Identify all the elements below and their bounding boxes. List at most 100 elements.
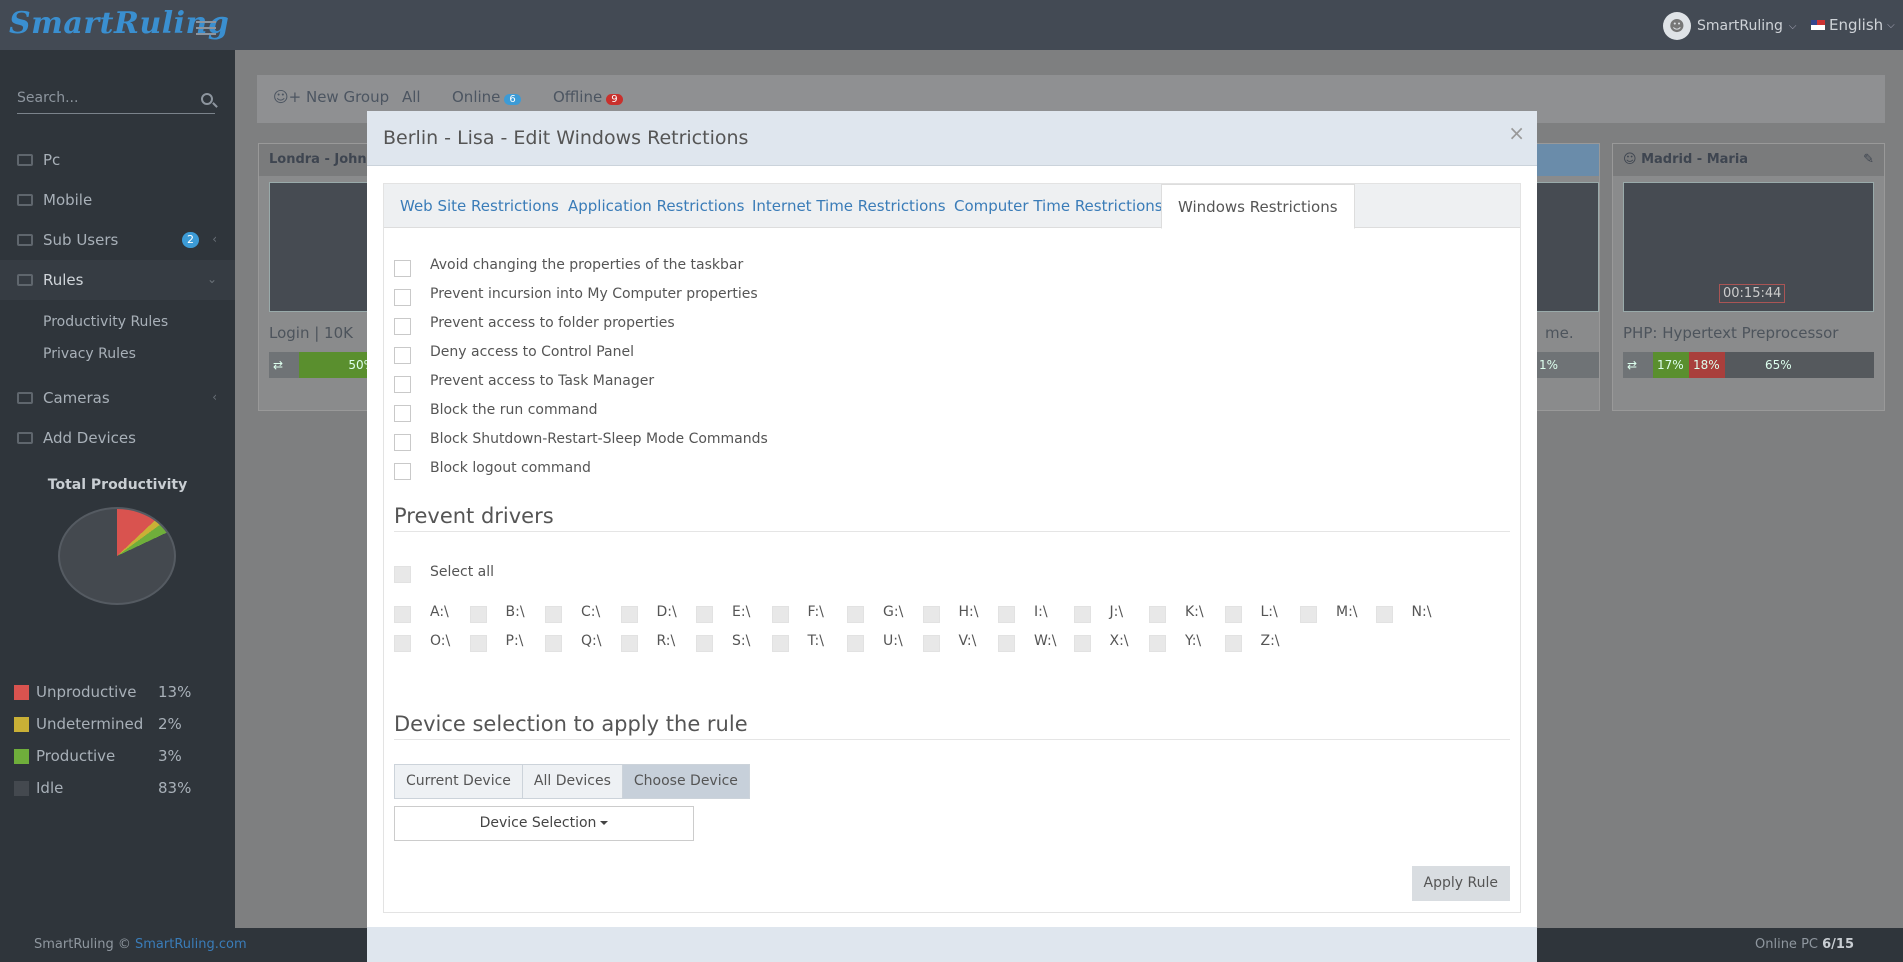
drive-checkbox[interactable] <box>847 635 864 652</box>
monitor-icon <box>17 154 33 166</box>
drive-label: J:\ <box>1109 604 1124 620</box>
restriction-checkbox[interactable] <box>394 347 411 364</box>
language-selector[interactable]: English ⌵ <box>1811 16 1895 34</box>
device-card[interactable]: me. 1% <box>1534 143 1600 411</box>
session-timer: 00:15:44 <box>1719 284 1786 303</box>
tab-web-site-restrictions[interactable]: Web Site Restrictions <box>384 184 575 228</box>
drive-checkbox[interactable] <box>1149 606 1166 623</box>
bar-value: 18% <box>1689 352 1725 378</box>
sidebar-item-cameras[interactable]: Cameras ‹ <box>0 378 235 418</box>
drive-label: E:\ <box>732 604 751 620</box>
sidebar-item-rules[interactable]: Rules ⌄ <box>0 260 235 300</box>
footer-copyright: SmartRuling © SmartRuling.com <box>34 937 247 952</box>
drive-checkbox[interactable] <box>922 606 940 623</box>
chevron-left-icon: ‹ <box>212 232 217 246</box>
apply-rule-button[interactable]: Apply Rule <box>1411 866 1510 901</box>
legend-label: Undetermined <box>36 715 144 733</box>
sidebar-item-pc[interactable]: Pc <box>0 140 235 180</box>
drive-checkbox[interactable] <box>696 635 713 652</box>
drive-checkbox[interactable] <box>394 635 411 652</box>
edit-icon[interactable]: ✎ <box>1863 152 1874 167</box>
tab-internet-time-restrictions[interactable]: Internet Time Restrictions <box>736 184 962 228</box>
restriction-checkbox[interactable] <box>394 405 411 422</box>
restriction-label: Prevent access to Task Manager <box>430 373 655 389</box>
shuffle-icon[interactable]: ⇄ <box>269 352 299 378</box>
device-screenshot[interactable]: 00:15:44 <box>1623 182 1874 312</box>
sidebar-item-add-devices[interactable]: Add Devices <box>0 418 235 458</box>
drive-checkbox[interactable] <box>1073 606 1091 623</box>
online-pc-value: 6/15 <box>1822 937 1855 952</box>
tab-offline[interactable]: Offline 9 <box>553 88 623 106</box>
sidebar-subitem-privacy-rules[interactable]: Privacy Rules <box>0 338 235 370</box>
sidebar-subitem-productivity-rules[interactable]: Productivity Rules <box>0 306 235 338</box>
drive-checkbox[interactable] <box>620 606 638 623</box>
drive-checkbox[interactable] <box>545 606 562 623</box>
drive-checkbox[interactable] <box>1224 606 1242 623</box>
close-icon[interactable]: × <box>1508 121 1525 145</box>
drive-checkbox[interactable] <box>545 635 562 652</box>
tab-all[interactable]: All <box>402 88 421 106</box>
language-label: English <box>1829 16 1884 34</box>
restriction-tabs: Web Site Restrictions Application Restri… <box>384 184 1520 229</box>
drive-checkbox[interactable] <box>847 606 864 623</box>
restriction-label: Block the run command <box>430 402 598 418</box>
choose-device-button[interactable]: Choose Device <box>622 765 749 798</box>
drive-checkbox[interactable] <box>696 606 713 623</box>
drive-label: W:\ <box>1034 633 1057 649</box>
sidebar-item-mobile[interactable]: Mobile <box>0 180 235 220</box>
drive-label: Z:\ <box>1260 633 1280 649</box>
restriction-checkbox[interactable] <box>394 289 411 306</box>
device-card[interactable]: ☺ Madrid - Maria ✎ 00:15:44 PHP: Hypertex… <box>1612 143 1885 411</box>
flag-icon <box>1811 20 1825 30</box>
sidebar-nav: Pc Mobile Sub Users 2 ‹ Rules ⌄ Producti… <box>0 140 235 458</box>
drive-checkbox[interactable] <box>1073 635 1091 652</box>
restriction-checkbox[interactable] <box>394 260 411 277</box>
tab-windows-restrictions[interactable]: Windows Restrictions <box>1161 184 1355 229</box>
restriction-checkbox[interactable] <box>394 463 411 480</box>
drive-checkbox[interactable] <box>771 606 789 623</box>
drive-checkbox[interactable] <box>771 635 789 652</box>
device-screenshot[interactable] <box>1535 182 1599 312</box>
new-group-button[interactable]: ☺+ New Group <box>273 88 389 106</box>
device-selection-dropdown[interactable]: Device Selection <box>394 806 694 841</box>
productivity-bar: 1% <box>1535 352 1599 378</box>
search-icon[interactable] <box>201 93 213 105</box>
drive-checkbox[interactable] <box>1224 635 1242 652</box>
current-device-button[interactable]: Current Device <box>395 765 523 798</box>
legend-item: Productive 3% <box>14 740 194 772</box>
select-all-checkbox[interactable] <box>394 566 411 583</box>
sidebar-item-label: Add Devices <box>43 429 136 447</box>
device-card-header: ☺ Madrid - Maria ✎ <box>1613 144 1884 176</box>
drive-checkbox[interactable] <box>469 635 487 652</box>
sidebar-item-sub-users[interactable]: Sub Users 2 ‹ <box>0 220 235 260</box>
total-productivity-title: Total Productivity <box>47 477 188 493</box>
drive-checkbox[interactable] <box>620 635 638 652</box>
online-pc-counter: Online PC 6/15 <box>1755 937 1854 952</box>
tab-online[interactable]: Online 6 <box>452 88 521 106</box>
footer-link[interactable]: SmartRuling.com <box>135 937 247 952</box>
user-menu[interactable]: ☻ SmartRuling ⌵ <box>1663 12 1796 40</box>
drive-checkbox[interactable] <box>469 606 487 623</box>
drive-checkbox[interactable] <box>998 635 1015 652</box>
drive-checkbox[interactable] <box>1149 635 1166 652</box>
online-count-badge: 6 <box>504 94 521 105</box>
shuffle-icon[interactable]: ⇄ <box>1623 352 1653 378</box>
select-all-label: Select all <box>430 564 494 580</box>
device-window-title: me. <box>1545 324 1574 342</box>
device-card-title <box>1535 144 1599 176</box>
legend-label: Idle <box>36 779 64 797</box>
drive-checkbox[interactable] <box>998 606 1015 623</box>
tab-computer-time-restrictions[interactable]: Computer Time Restrictions <box>938 184 1179 228</box>
restriction-checkbox[interactable] <box>394 376 411 393</box>
hamburger-menu-icon[interactable] <box>196 21 216 39</box>
drive-checkbox[interactable] <box>1375 606 1393 623</box>
restriction-checkbox[interactable] <box>394 318 411 335</box>
restriction-checkbox[interactable] <box>394 434 411 451</box>
drive-checkbox[interactable] <box>922 635 940 652</box>
search-input[interactable]: Search... <box>17 90 215 114</box>
tab-application-restrictions[interactable]: Application Restrictions <box>552 184 760 228</box>
drive-checkbox[interactable] <box>394 606 411 623</box>
all-devices-button[interactable]: All Devices <box>522 765 623 798</box>
drive-checkbox[interactable] <box>1300 606 1317 623</box>
device-selection-heading: Device selection to apply the rule <box>394 712 1510 740</box>
